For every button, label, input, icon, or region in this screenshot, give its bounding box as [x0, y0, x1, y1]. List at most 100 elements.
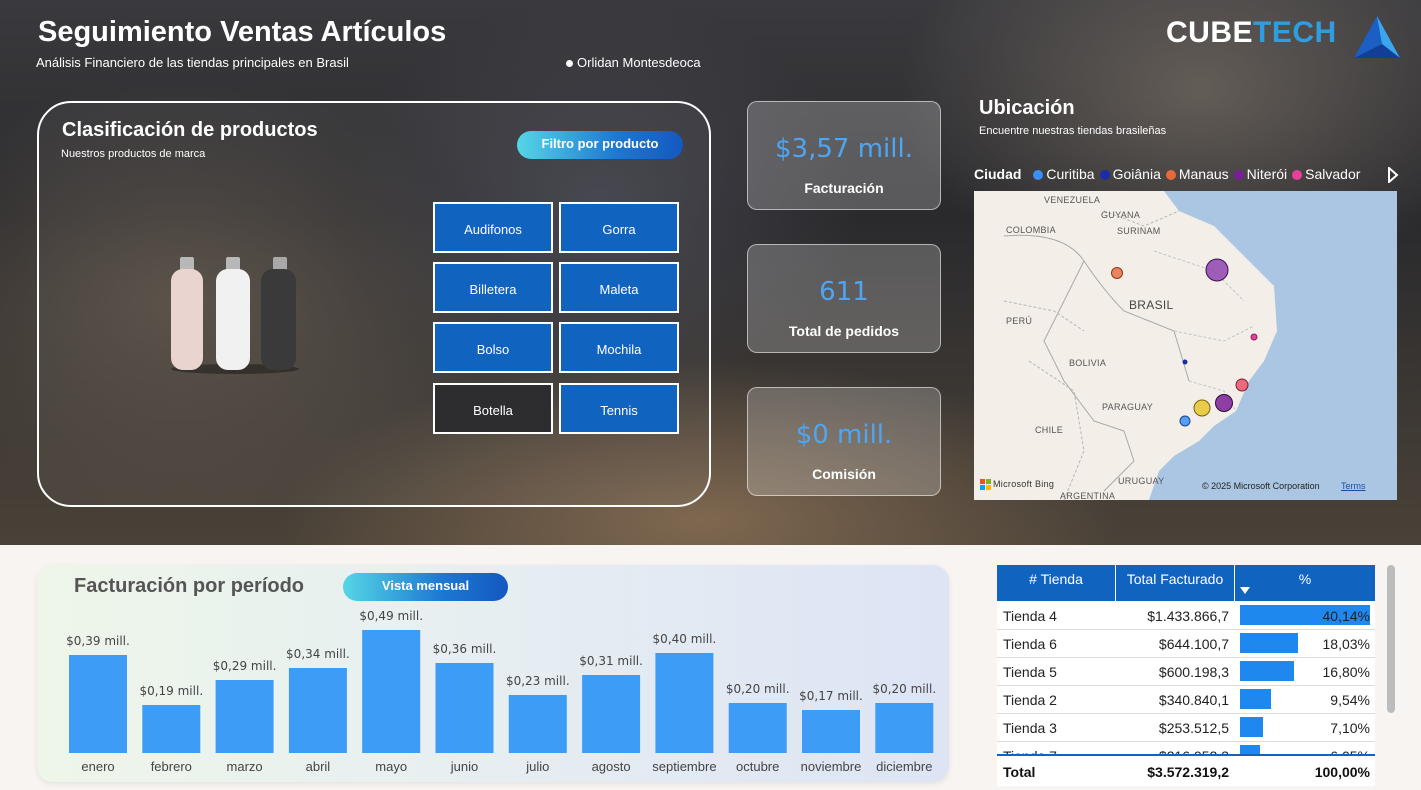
- product-button-mochila[interactable]: Mochila: [559, 322, 679, 373]
- bar-noviembre[interactable]: [802, 710, 860, 753]
- bar-septiembre[interactable]: [655, 653, 714, 753]
- data-label: $0,20 mill.: [726, 682, 790, 696]
- product-button-botella[interactable]: Botella: [433, 383, 553, 434]
- table-scrollbar[interactable]: [1387, 565, 1395, 713]
- total-cell: $600.198,3: [1158, 664, 1229, 680]
- map-terms-link[interactable]: Terms: [1341, 481, 1366, 491]
- logo-text: CUBETECH: [1166, 16, 1337, 49]
- table-total-row: Total $3.572.319,2 100,00%: [997, 754, 1375, 786]
- table-row[interactable]: Tienda 5 $600.198,3 16,80%: [997, 658, 1375, 686]
- kpi-orders-value: 611: [819, 277, 869, 307]
- author-name: Orlidan Montesdeoca: [577, 55, 701, 70]
- product-button-audifonos[interactable]: Audifonos: [433, 202, 553, 253]
- bar-febrero[interactable]: [142, 705, 201, 753]
- bar-junio[interactable]: [435, 663, 494, 753]
- pct-cell: 40,14%: [1322, 608, 1370, 624]
- products-title: Clasificación de productos: [62, 119, 318, 141]
- location-title: Ubicación: [979, 97, 1075, 119]
- data-label: $0,17 mill.: [799, 689, 863, 703]
- kpi-commission-value: $0 mill.: [795, 420, 893, 450]
- total-cell: $644.100,7: [1158, 636, 1229, 652]
- data-label: $0,29 mill.: [213, 659, 277, 673]
- total-value: $3.572.319,2: [1147, 764, 1229, 780]
- col-store-header[interactable]: # Tienda: [997, 565, 1116, 601]
- map-bubbles: [1111, 258, 1258, 427]
- table-row[interactable]: Tienda 6 $644.100,7 18,03%: [997, 630, 1375, 658]
- bar-marzo[interactable]: [215, 680, 274, 753]
- legend-item-salvador[interactable]: Salvador: [1292, 166, 1360, 182]
- product-button-billetera[interactable]: Billetera: [433, 262, 553, 313]
- x-tick-label: diciembre: [876, 759, 932, 774]
- legend-item-goiânia[interactable]: Goiânia: [1099, 166, 1161, 182]
- product-button-maleta[interactable]: Maleta: [559, 262, 679, 313]
- total-cell: $253.512,5: [1158, 720, 1229, 736]
- monthly-view-button[interactable]: Vista mensual: [343, 573, 508, 601]
- logo-triangle-icon: [1354, 16, 1400, 58]
- billing-chart-title: Facturación por período: [74, 575, 305, 597]
- x-tick-label: agosto: [592, 759, 631, 774]
- table-row[interactable]: Tienda 2 $340.840,1 9,54%: [997, 686, 1375, 714]
- pct-cell: 7,10%: [1330, 720, 1370, 736]
- data-label: $0,39 mill.: [66, 634, 130, 648]
- product-button-tennis[interactable]: Tennis: [559, 383, 679, 434]
- legend-title: Ciudad: [974, 166, 1022, 182]
- legend-dot-icon: [1292, 170, 1303, 180]
- bar-enero[interactable]: [69, 655, 127, 753]
- bar-diciembre[interactable]: [875, 703, 934, 753]
- total-cell: $1.433.866,7: [1147, 608, 1229, 624]
- pct-bar: [1240, 661, 1294, 681]
- kpi-billing-value: $3,57 mill.: [775, 134, 913, 164]
- product-button-bolso[interactable]: Bolso: [433, 322, 553, 373]
- legend-item-manaus[interactable]: Manaus: [1165, 166, 1229, 182]
- bar-octubre[interactable]: [728, 703, 787, 753]
- legend-next-icon[interactable]: [1387, 167, 1399, 183]
- data-label: $0,20 mill.: [872, 682, 936, 696]
- location-subtitle: Encuentre nuestras tiendas brasileñas: [979, 125, 1167, 137]
- legend-item-niterói[interactable]: Niterói: [1233, 166, 1287, 182]
- legend-item-curitiba[interactable]: Curitiba: [1033, 166, 1095, 182]
- bar-mayo[interactable]: [362, 630, 421, 753]
- store-cell: Tienda 5: [1003, 664, 1057, 680]
- page-title: Seguimiento Ventas Artículos: [38, 16, 447, 48]
- bing-logo-icon: [980, 479, 991, 490]
- x-tick-label: junio: [450, 759, 478, 774]
- store-cell: Tienda 6: [1003, 636, 1057, 652]
- col-total-header[interactable]: Total Facturado: [1116, 565, 1235, 601]
- bar-abril[interactable]: [288, 668, 347, 753]
- table-row[interactable]: Tienda 4 $1.433.866,7 40,14%: [997, 602, 1375, 630]
- page-subtitle: Análisis Financiero de las tiendas princ…: [36, 55, 349, 70]
- billing-bar-chart: $0,39 mill. enero $0,19 mill. febrero $0,29 …: [66, 609, 936, 774]
- total-label: Total: [1003, 764, 1036, 780]
- data-label: $0,49 mill.: [359, 609, 423, 623]
- table-header: # Tienda Total Facturado %: [997, 565, 1375, 601]
- legend-dot-icon: [1033, 170, 1044, 180]
- data-label: $0,31 mill.: [579, 654, 643, 668]
- x-tick-label: enero: [81, 759, 114, 774]
- pct-cell: 9,54%: [1330, 692, 1370, 708]
- data-label: $0,36 mill.: [433, 642, 497, 656]
- total-cell: $340.840,1: [1158, 692, 1229, 708]
- map-copyright: © 2025 Microsoft Corporation: [1202, 481, 1320, 491]
- bar-agosto[interactable]: [582, 675, 641, 753]
- data-label: $0,34 mill.: [286, 647, 350, 661]
- brazil-map[interactable]: VENEZUELA GUYANA SURINAM COLOMBIA BRASIL…: [974, 191, 1397, 500]
- map-attribution: Microsoft Bing: [993, 479, 1055, 489]
- bar-julio[interactable]: [508, 695, 567, 753]
- pct-cell: 18,03%: [1322, 636, 1370, 652]
- kpi-billing-label: Facturación: [804, 180, 884, 196]
- col-pct-header[interactable]: %: [1235, 565, 1375, 601]
- product-button-gorra[interactable]: Gorra: [559, 202, 679, 253]
- pct-bar: [1240, 633, 1298, 653]
- legend-dot-icon: [1165, 170, 1176, 180]
- products-subtitle: Nuestros productos de marca: [61, 148, 206, 160]
- legend-dot-icon: [1099, 170, 1110, 180]
- product-filter-button[interactable]: Filtro por producto: [517, 131, 683, 159]
- sort-desc-icon[interactable]: [1240, 587, 1250, 594]
- x-tick-label: febrero: [151, 759, 192, 774]
- x-tick-label: marzo: [227, 759, 263, 774]
- x-tick-label: abril: [306, 759, 331, 774]
- data-label: $0,40 mill.: [653, 632, 717, 646]
- table-row[interactable]: Tienda 3 $253.512,5 7,10%: [997, 714, 1375, 742]
- x-tick-label: septiembre: [652, 759, 716, 774]
- data-label: $0,23 mill.: [506, 674, 570, 688]
